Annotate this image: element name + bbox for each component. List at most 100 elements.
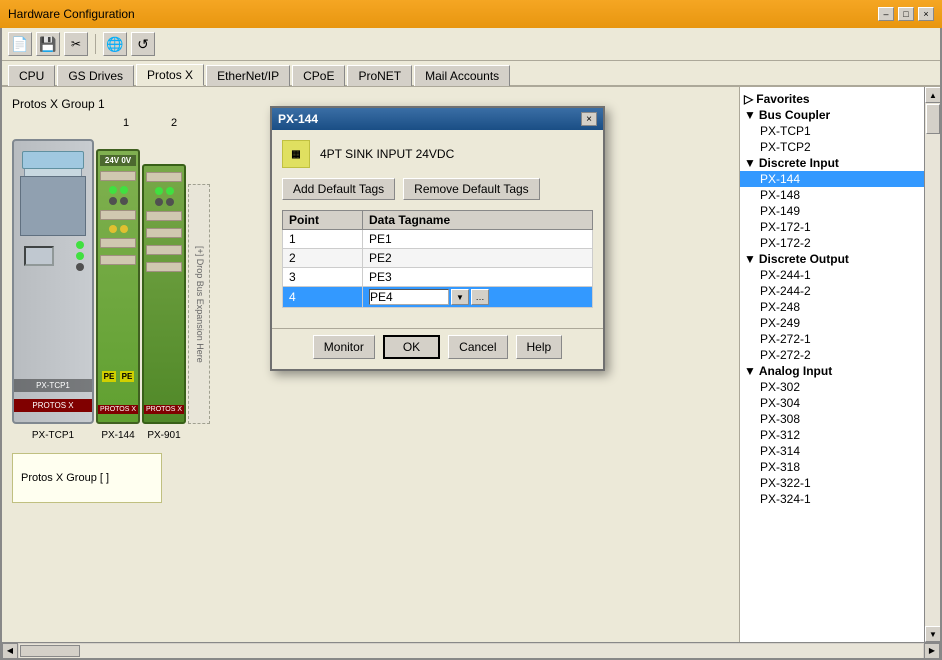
tree-item-px-244-2[interactable]: PX-244-2 xyxy=(740,283,924,299)
tab-pronet[interactable]: ProNET xyxy=(347,65,412,86)
px-312-label: PX-312 xyxy=(760,428,800,442)
maximize-button[interactable]: □ xyxy=(898,7,914,21)
cancel-button[interactable]: Cancel xyxy=(448,335,507,359)
tree-item-px-tcp2[interactable]: PX-TCP2 xyxy=(740,139,924,155)
scroll-thumb[interactable] xyxy=(926,104,940,134)
dialog-px144: PX-144 × ▦ 4PT SINK INPUT 24VDC Add Defa… xyxy=(270,106,605,371)
tree-item-px-249[interactable]: PX-249 xyxy=(740,315,924,331)
tab-gs-drives[interactable]: GS Drives xyxy=(57,65,134,86)
tab-mail-accounts[interactable]: Mail Accounts xyxy=(414,65,510,86)
led-io1-2 xyxy=(120,186,128,194)
led-io2-4 xyxy=(166,198,174,206)
tab-bar: CPU GS Drives Protos X EtherNet/IP CPoE … xyxy=(2,61,940,87)
tab-protos-x[interactable]: Protos X xyxy=(136,64,204,86)
io2-brand-label: PROTOS X xyxy=(144,405,184,414)
led-io2-1 xyxy=(155,187,163,195)
right-panel-container: ▲ ▷ Favorites ▼ Bus Coupler PX-TCP1 xyxy=(739,87,940,642)
hscroll-right-button[interactable]: ▶ xyxy=(924,643,940,659)
din-connector-6 xyxy=(146,211,182,221)
tree-category-discrete-output[interactable]: ▼ Discrete Output xyxy=(740,251,924,267)
favorites-label: Favorites xyxy=(756,92,809,106)
analog-input-expand-icon: ▼ xyxy=(744,364,756,378)
led-io1-1 xyxy=(109,186,117,194)
din-connector-1 xyxy=(100,171,136,181)
hscroll-left-button[interactable]: ◀ xyxy=(2,643,18,659)
scroll-up-btn[interactable]: ▲ xyxy=(925,87,940,103)
cut-button[interactable]: ✂ xyxy=(64,32,88,56)
tree-item-px-304[interactable]: PX-304 xyxy=(740,395,924,411)
io-module-2[interactable]: PROTOS X xyxy=(142,164,186,424)
content-area: Protos X Group 1 1 2 xyxy=(2,87,940,642)
led-3 xyxy=(76,263,84,271)
tagname-4-input[interactable] xyxy=(369,289,449,305)
label-px-tcp1: PX-TCP1 xyxy=(12,430,94,441)
pe-label-2: PE xyxy=(120,371,135,382)
monitor-button[interactable]: Monitor xyxy=(313,335,375,359)
tab-ethernet-ip[interactable]: EtherNet/IP xyxy=(206,65,290,86)
din-connector-5 xyxy=(146,172,182,182)
tree-item-px-308[interactable]: PX-308 xyxy=(740,411,924,427)
tree-item-px-318[interactable]: PX-318 xyxy=(740,459,924,475)
expansion-slot[interactable]: [+] Drop Bus Expansion Here xyxy=(188,184,210,424)
table-row-4[interactable]: 4 ▼ … xyxy=(283,287,593,308)
tree-category-discrete-input[interactable]: ▼ Discrete Input xyxy=(740,155,924,171)
px-244-2-label: PX-244-2 xyxy=(760,284,811,298)
tree-category-favorites[interactable]: ▷ Favorites xyxy=(740,91,924,107)
refresh-button[interactable]: ↺ xyxy=(131,32,155,56)
close-window-button[interactable]: × xyxy=(918,7,934,21)
tree-item-px-322-1[interactable]: PX-322-1 xyxy=(740,475,924,491)
tree-category-bus-coupler[interactable]: ▼ Bus Coupler xyxy=(740,107,924,123)
tree-item-px-144[interactable]: PX-144 xyxy=(740,171,924,187)
tree-item-px-312[interactable]: PX-312 xyxy=(740,427,924,443)
tree-item-px-172-2[interactable]: PX-172-2 xyxy=(740,235,924,251)
table-row-1[interactable]: 1 PE1 xyxy=(283,230,593,249)
io-module-1[interactable]: 24V 0V xyxy=(96,149,140,424)
px-322-1-label: PX-322-1 xyxy=(760,476,811,490)
table-row-2[interactable]: 2 PE2 xyxy=(283,249,593,268)
table-row-3[interactable]: 3 PE3 xyxy=(283,268,593,287)
tree-item-px-272-1[interactable]: PX-272-1 xyxy=(740,331,924,347)
tree-item-px-tcp1[interactable]: PX-TCP1 xyxy=(740,123,924,139)
network-button[interactable]: 🌐 xyxy=(103,32,127,56)
tree-item-px-272-2[interactable]: PX-272-2 xyxy=(740,347,924,363)
px-302-label: PX-302 xyxy=(760,380,800,394)
ok-button[interactable]: OK xyxy=(383,335,440,359)
px-248-label: PX-248 xyxy=(760,300,800,314)
horizontal-scroll-thumb[interactable] xyxy=(20,645,80,657)
dialog-close-button[interactable]: × xyxy=(581,112,597,126)
tree-panel: ▲ ▷ Favorites ▼ Bus Coupler PX-TCP1 xyxy=(739,87,924,642)
tree-item-px-324-1[interactable]: PX-324-1 xyxy=(740,491,924,507)
dialog-btn-row: Add Default Tags Remove Default Tags xyxy=(282,178,593,200)
px-172-2-label: PX-172-2 xyxy=(760,236,811,250)
save-button[interactable]: 💾 xyxy=(36,32,60,56)
remove-default-tags-button[interactable]: Remove Default Tags xyxy=(403,178,540,200)
tree-category-analog-input[interactable]: ▼ Analog Input xyxy=(740,363,924,379)
discrete-input-label: Discrete Input xyxy=(759,156,839,170)
protos-group2[interactable]: Protos X Group [ ] xyxy=(12,453,162,503)
tab-cpoe[interactable]: CPoE xyxy=(292,65,345,86)
browse-button-4[interactable]: … xyxy=(471,289,489,305)
cpu-brand-label: PROTOS X xyxy=(14,399,92,412)
tree-item-px-148[interactable]: PX-148 xyxy=(740,187,924,203)
item-icon: ▦ xyxy=(282,140,310,168)
help-button[interactable]: Help xyxy=(516,335,563,359)
tree-item-px-248[interactable]: PX-248 xyxy=(740,299,924,315)
minimize-button[interactable]: – xyxy=(878,7,894,21)
cpu-module[interactable]: PX-TCP1 PROTOS X xyxy=(12,139,94,424)
label-px-144: PX-144 xyxy=(96,430,140,441)
tree-item-px-244-1[interactable]: PX-244-1 xyxy=(740,267,924,283)
tree-item-px-172-1[interactable]: PX-172-1 xyxy=(740,219,924,235)
col-tagname: Data Tagname xyxy=(363,211,593,230)
point-4: 4 xyxy=(283,287,363,308)
dropdown-button-4[interactable]: ▼ xyxy=(451,289,469,305)
add-default-tags-button[interactable]: Add Default Tags xyxy=(282,178,395,200)
main-window: 📄 💾 ✂ 🌐 ↺ CPU GS Drives Protos X EtherNe… xyxy=(0,28,942,660)
tree-container: ▷ Favorites ▼ Bus Coupler PX-TCP1 PX-TCP… xyxy=(740,87,924,511)
new-button[interactable]: 📄 xyxy=(8,32,32,56)
tree-item-px-314[interactable]: PX-314 xyxy=(740,443,924,459)
scroll-down-btn[interactable]: ▼ xyxy=(925,626,940,642)
tab-cpu[interactable]: CPU xyxy=(8,65,55,86)
tree-item-px-302[interactable]: PX-302 xyxy=(740,379,924,395)
favorites-expand-icon: ▷ xyxy=(744,92,753,106)
tree-item-px-149[interactable]: PX-149 xyxy=(740,203,924,219)
